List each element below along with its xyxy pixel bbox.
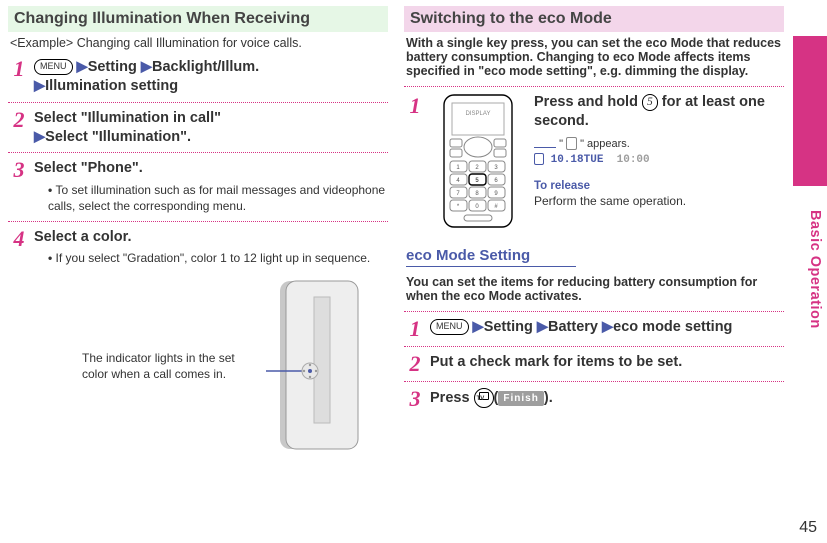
eco-icon [534, 153, 544, 165]
left-column: Changing Illumination When Receiving <Ex… [8, 6, 396, 457]
callout-line [534, 139, 556, 148]
eco-icon [566, 137, 577, 150]
page-number: 45 [799, 519, 817, 537]
step-text: Select "Illumination". [45, 129, 191, 145]
arrow-icon: ▶ [473, 319, 484, 335]
divider [8, 102, 388, 103]
step-text: Select a color. [34, 229, 132, 245]
release-text: Perform the same operation. [534, 194, 784, 210]
left-step-1: 1 MENU ▶Setting ▶Backlight/Illum. ▶Illum… [8, 58, 388, 96]
eco-step-3: 3 Press TV(Finish). [404, 388, 784, 410]
appears-text: " [559, 138, 566, 150]
path-part: eco mode setting [613, 319, 732, 335]
left-section-title: Changing Illumination When Receiving [8, 6, 388, 32]
path-part: Illumination setting [45, 78, 178, 94]
step-number: 1 [404, 95, 426, 117]
step-text: Select "Phone". [34, 160, 143, 176]
menu-button-label: MENU [430, 319, 469, 335]
step-number: 1 [8, 58, 30, 80]
status-bar-datetime: 10.18TUE 10:00 [534, 153, 784, 167]
path-part: Setting [484, 319, 533, 335]
appears-text: " appears. [580, 138, 630, 150]
phone-open-icon: DISPLAY 1 2 3 4 5 6 7 8 9 * 0 # [430, 93, 526, 233]
divider [404, 311, 784, 312]
step-text: Select "Illumination in call" [34, 110, 221, 126]
right-column: Switching to the eco Mode With a single … [396, 6, 784, 457]
step-number: 2 [404, 353, 426, 375]
path-part: Battery [548, 319, 598, 335]
divider [8, 152, 388, 153]
release-heading: To release [534, 179, 784, 194]
hold-text: Press and hold [534, 94, 642, 110]
step-text: . [549, 390, 553, 406]
status-date: 10.18TUE [551, 154, 604, 166]
divider [404, 86, 784, 87]
step-number: 2 [8, 109, 30, 131]
camera-tv-button-icon: TV [474, 388, 494, 408]
divider [8, 221, 388, 222]
arrow-icon: ▶ [34, 129, 45, 145]
arrow-icon: ▶ [537, 319, 548, 335]
arrow-icon: ▶ [141, 59, 152, 75]
step-note: If you select "Gradation", color 1 to 12… [48, 250, 388, 266]
eco-mode-setting-intro: You can set the items for reducing batte… [404, 271, 784, 305]
path-part: Backlight/Illum. [152, 59, 259, 75]
right-intro: With a single key press, you can set the… [404, 32, 784, 80]
press-hold-step: 1 DISPLAY 1 2 3 4 5 6 7 8 [404, 93, 784, 233]
eco-mode-setting-heading: eco Mode Setting [406, 245, 576, 267]
figure-indicator: The indicator lights in the set color wh… [8, 277, 388, 457]
side-section-label: Basic Operation [807, 210, 823, 329]
divider [404, 346, 784, 347]
divider [404, 381, 784, 382]
step-note: To set illumination such as for mail mes… [48, 182, 388, 214]
step-number: 1 [404, 318, 426, 340]
arrow-icon: ▶ [34, 78, 45, 94]
step-number: 3 [8, 159, 30, 181]
menu-button-label: MENU [34, 59, 73, 75]
left-step-2: 2 Select "Illumination in call" ▶Select … [8, 109, 388, 147]
right-section-title: Switching to the eco Mode [404, 6, 784, 32]
step-text: Put a check mark for items to be set. [430, 353, 784, 372]
step-number: 4 [8, 228, 30, 250]
left-step-4: 4 Select a color. If you select "Gradati… [8, 228, 388, 267]
left-example: <Example> Changing call Illumination for… [8, 32, 388, 52]
phone-closed-icon [258, 277, 368, 457]
key-5-icon: 5 [642, 94, 658, 111]
svg-text:DISPLAY: DISPLAY [466, 111, 491, 117]
step-number: 3 [404, 388, 426, 410]
eco-step-2: 2 Put a check mark for items to be set. [404, 353, 784, 375]
finish-softkey-label: Finish [498, 391, 543, 406]
path-part: Setting [88, 59, 137, 75]
side-tab [793, 36, 827, 186]
step-text: Press [430, 390, 474, 406]
arrow-icon: ▶ [77, 59, 88, 75]
figure-caption: The indicator lights in the set color wh… [82, 351, 252, 382]
arrow-icon: ▶ [602, 319, 613, 335]
status-time: 10:00 [617, 154, 650, 166]
eco-step-1: 1 MENU ▶Setting ▶Battery ▶eco mode setti… [404, 318, 784, 340]
left-step-3: 3 Select "Phone". To set illumination su… [8, 159, 388, 214]
